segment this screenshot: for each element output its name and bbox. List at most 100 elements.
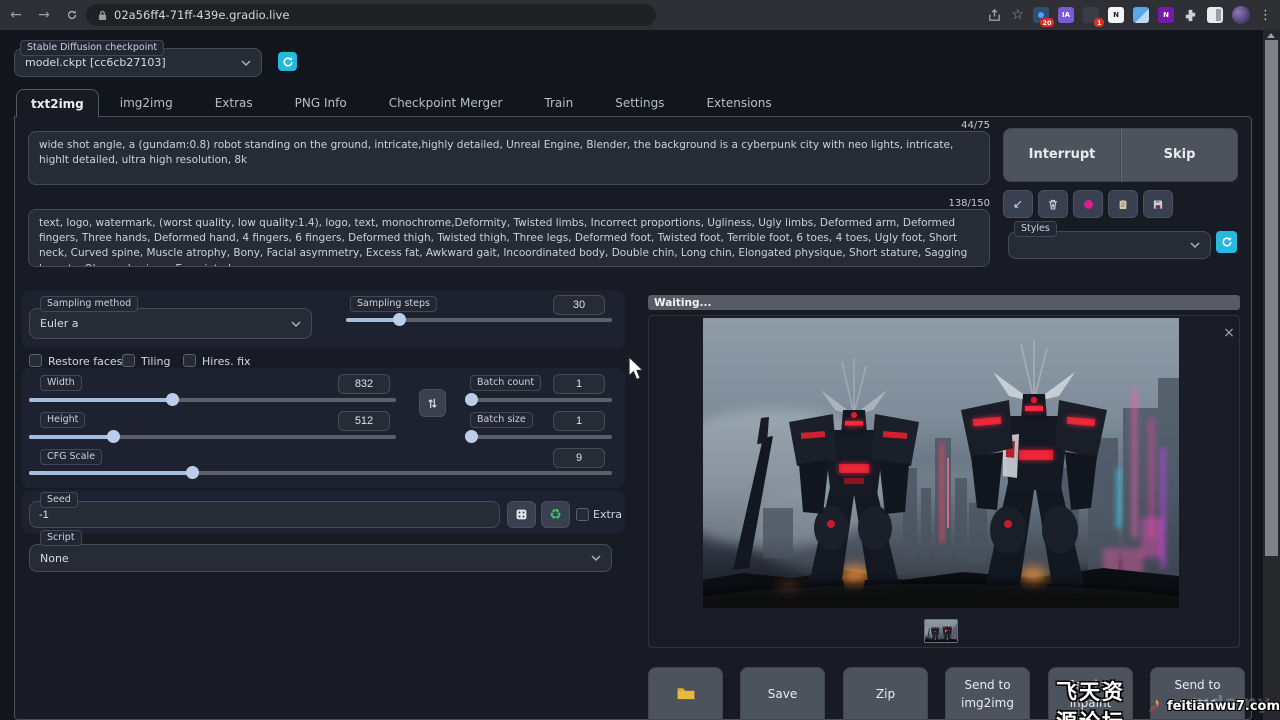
- scrollbar-up-arrow[interactable]: [1267, 33, 1275, 38]
- clear-prompt-button[interactable]: [1038, 190, 1068, 218]
- batch-count-label: Batch count: [470, 375, 541, 391]
- interrupt-button[interactable]: Interrupt: [1003, 128, 1121, 182]
- width-input[interactable]: [338, 374, 390, 394]
- cfg-scale-input[interactable]: [553, 448, 605, 468]
- notion-extension-icon[interactable]: N: [1108, 7, 1124, 23]
- scrollbar-thumb[interactable]: [1265, 40, 1278, 556]
- tab-settings[interactable]: Settings: [594, 89, 685, 117]
- height-input[interactable]: [338, 411, 390, 431]
- close-gallery-button[interactable]: ×: [1220, 324, 1238, 342]
- puzzle-extensions-icon[interactable]: [1183, 8, 1198, 23]
- negative-token-counter: 138/150: [882, 198, 990, 209]
- slider-fill: [29, 398, 172, 402]
- site-watermark: 飞天资源论坛 feitianwu7.com: [1056, 676, 1280, 720]
- slider-fill: [29, 435, 113, 439]
- refresh-icon: [1221, 236, 1233, 248]
- tab-extensions[interactable]: Extensions: [685, 89, 792, 117]
- script-dropdown[interactable]: None: [29, 544, 612, 572]
- batch-count-slider[interactable]: [467, 398, 612, 402]
- reload-icon[interactable]: [62, 5, 82, 25]
- extension-ia-icon[interactable]: IA: [1058, 7, 1074, 23]
- trash-icon: [1047, 198, 1059, 211]
- batch-count-input[interactable]: [553, 374, 605, 394]
- url-text: 02a56ff4-71ff-439e.gradio.live: [114, 8, 289, 22]
- prompt-token-counter: 44/75: [890, 120, 990, 131]
- checkpoint-refresh-button[interactable]: [278, 52, 297, 71]
- profile-avatar[interactable]: [1232, 6, 1250, 24]
- gundam-robots-image: [703, 318, 1179, 608]
- zip-button[interactable]: Zip: [843, 667, 928, 720]
- mouse-cursor: [628, 356, 647, 384]
- generated-image[interactable]: [703, 318, 1179, 608]
- random-seed-button[interactable]: [507, 501, 536, 528]
- hires-fix-checkbox[interactable]: [183, 354, 196, 367]
- extra-networks-dot-icon: [1084, 200, 1093, 209]
- share-icon[interactable]: [987, 8, 1002, 23]
- batch-size-input[interactable]: [553, 411, 605, 431]
- send-to-img2img-button[interactable]: Send to img2img: [945, 667, 1030, 720]
- lock-icon: [98, 10, 107, 21]
- forward-icon[interactable]: →: [34, 5, 54, 25]
- gallery-thumbnail[interactable]: [924, 619, 958, 643]
- clipboard-icon: [1117, 198, 1129, 211]
- slider-handle[interactable]: [465, 430, 478, 443]
- flame-logo-icon: [1146, 692, 1165, 720]
- progress-status: Waiting...: [648, 297, 711, 309]
- extra-seed-checkbox[interactable]: [576, 508, 589, 521]
- hires-fix-label: Hires. fix: [202, 355, 251, 368]
- batch-size-slider[interactable]: [467, 435, 612, 439]
- negative-prompt-input[interactable]: text, logo, watermark, (worst quality, l…: [28, 209, 990, 267]
- swap-dimensions-button[interactable]: [419, 389, 446, 417]
- apply-styles-button[interactable]: [1108, 190, 1138, 218]
- tab-img2img[interactable]: img2img: [99, 89, 194, 117]
- cfg-scale-label: CFG Scale: [40, 449, 102, 465]
- back-icon[interactable]: ←: [6, 5, 26, 25]
- extension-badge20-icon[interactable]: 20: [1033, 7, 1049, 23]
- sampling-steps-input[interactable]: [553, 295, 605, 315]
- dice-icon: [515, 508, 528, 521]
- restore-faces-label: Restore faces: [48, 355, 122, 368]
- tab-extras[interactable]: Extras: [194, 89, 274, 117]
- height-label: Height: [40, 412, 85, 428]
- slider-fill: [29, 471, 192, 475]
- open-folder-button[interactable]: [648, 667, 723, 720]
- sampling-steps-slider[interactable]: [346, 318, 612, 322]
- image-extension-icon[interactable]: [1133, 7, 1149, 23]
- tab-train[interactable]: Train: [523, 89, 594, 117]
- tab-checkpoint-merger[interactable]: Checkpoint Merger: [368, 89, 524, 117]
- tiling-label: Tiling: [141, 355, 171, 368]
- progress-bar: Waiting...: [648, 295, 1240, 310]
- page-scrollbar[interactable]: [1263, 30, 1280, 720]
- tab-pnginfo[interactable]: PNG Info: [274, 89, 368, 117]
- sidepanel-icon[interactable]: [1216, 9, 1221, 21]
- styles-refresh-button[interactable]: [1216, 231, 1237, 253]
- sampling-method-dropdown[interactable]: Euler a: [29, 308, 312, 339]
- save-style-button[interactable]: [1143, 190, 1173, 218]
- refresh-icon: [282, 56, 294, 68]
- reload-glyph: [67, 10, 77, 20]
- seed-input[interactable]: [29, 501, 500, 528]
- restore-faces-checkbox[interactable]: [29, 354, 42, 367]
- address-bar[interactable]: 02a56ff4-71ff-439e.gradio.live: [86, 4, 656, 26]
- styles-label: Styles: [1014, 221, 1057, 237]
- tab-txt2img[interactable]: txt2img: [16, 89, 99, 117]
- onenote-extension-icon[interactable]: N: [1158, 7, 1174, 23]
- floppy-save-icon: [1152, 198, 1164, 211]
- height-slider[interactable]: [29, 435, 396, 439]
- reuse-seed-button[interactable]: ♻: [541, 501, 570, 528]
- prompt-input[interactable]: wide shot angle, a (gundam:0.8) robot st…: [28, 131, 990, 185]
- paste-generation-params-button[interactable]: ↙: [1003, 190, 1033, 218]
- save-button[interactable]: Save: [740, 667, 825, 720]
- checkpoint-value: model.ckpt [cc6cb27103]: [25, 56, 166, 69]
- skip-button[interactable]: Skip: [1121, 128, 1238, 182]
- extension-camera-icon[interactable]: 1: [1083, 7, 1099, 23]
- width-slider[interactable]: [29, 398, 396, 402]
- bookmark-star-icon[interactable]: ☆: [1011, 7, 1024, 23]
- cfg-scale-slider[interactable]: [29, 471, 612, 475]
- chrome-menu-icon[interactable]: ⋮: [1259, 8, 1272, 23]
- slider-handle[interactable]: [465, 393, 478, 406]
- seed-label: Seed: [40, 492, 78, 508]
- tiling-checkbox[interactable]: [122, 354, 135, 367]
- recycle-icon: ♻: [549, 507, 562, 523]
- extra-networks-button[interactable]: [1073, 190, 1103, 218]
